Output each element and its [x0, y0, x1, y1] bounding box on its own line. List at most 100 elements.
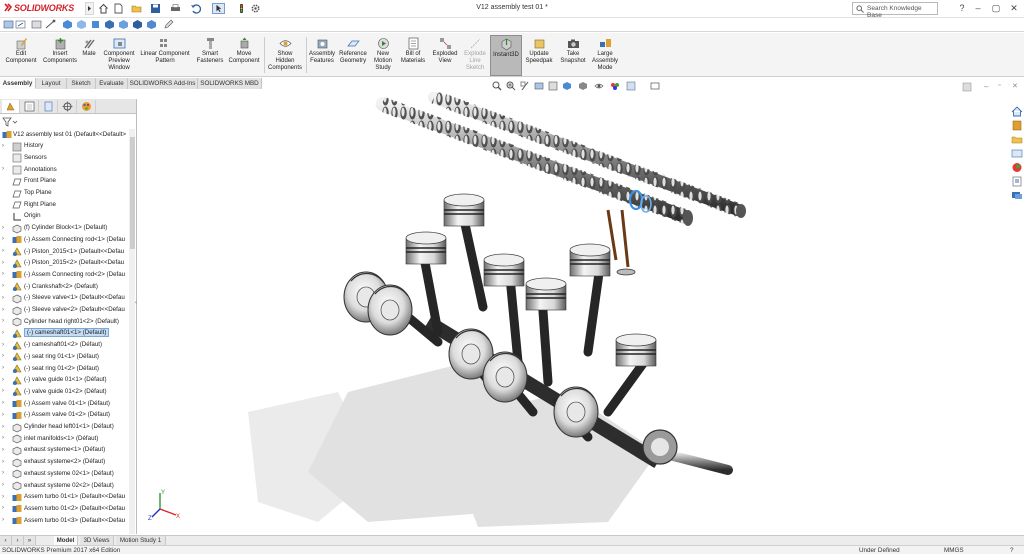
- expand-arrow-icon[interactable]: ›: [2, 353, 7, 360]
- tree-item[interactable]: › inlet manifolds<1> (Défaut): [0, 433, 128, 445]
- pencil-icon[interactable]: [163, 19, 174, 30]
- dimension-icon[interactable]: [45, 19, 56, 30]
- exploded-view-button[interactable]: Exploded View: [430, 35, 460, 76]
- scrollbar-thumb[interactable]: [129, 137, 135, 249]
- tree-item[interactable]: › Annotations: [0, 164, 128, 176]
- tree-item[interactable]: Origin: [0, 211, 128, 223]
- expand-arrow-icon[interactable]: ›: [2, 494, 7, 501]
- tree-item[interactable]: › Cylinder head right01<2> (Default): [0, 316, 128, 328]
- expand-arrow-icon[interactable]: ›: [2, 236, 7, 243]
- design-library-icon[interactable]: [1011, 120, 1023, 131]
- tree-item[interactable]: › (-) Sleeve valve<1> (Default<<Defau: [0, 293, 128, 305]
- expand-arrow-icon[interactable]: ›: [2, 517, 7, 524]
- cube-bottom-icon[interactable]: [146, 19, 157, 30]
- appearances-icon[interactable]: [1011, 162, 1023, 173]
- instant3d-button[interactable]: Instant3D: [490, 35, 522, 76]
- tree-item[interactable]: › (-) cameshaft01<2> (Défaut): [0, 340, 128, 352]
- cube-outline-icon[interactable]: [76, 19, 87, 30]
- previous-view-icon[interactable]: [520, 81, 530, 91]
- expand-arrow-icon[interactable]: ›: [2, 377, 7, 384]
- custom-properties-icon[interactable]: [1011, 176, 1023, 187]
- tree-item[interactable]: › (-) valve guide 01<1> (Défaut): [0, 375, 128, 387]
- tree-item[interactable]: › History: [0, 141, 128, 153]
- expand-arrow-icon[interactable]: ›: [2, 482, 7, 489]
- tab-solidworks-add-ins[interactable]: SOLIDWORKS Add-Ins: [128, 78, 198, 89]
- close-button[interactable]: ✕: [1008, 2, 1020, 15]
- tree-item[interactable]: Top Plane: [0, 188, 128, 200]
- viewport-minimize-icon[interactable]: –: [984, 82, 988, 91]
- take-snapshot-button[interactable]: Take Snapshot: [557, 35, 589, 76]
- expand-arrow-icon[interactable]: ›: [2, 307, 7, 314]
- select-icon[interactable]: [212, 3, 225, 14]
- expand-arrow-icon[interactable]: ›: [2, 412, 7, 419]
- hide-show-items-icon[interactable]: [594, 81, 604, 91]
- solidworks-logo[interactable]: SOLIDWORKS: [4, 3, 74, 13]
- expand-arrow-icon[interactable]: ›: [2, 330, 7, 337]
- expand-arrow-icon[interactable]: ›: [2, 248, 7, 255]
- resources-icon[interactable]: [1011, 106, 1023, 117]
- zoom-area-icon[interactable]: [506, 81, 516, 91]
- camshaft-front[interactable]: [375, 96, 693, 226]
- tree-item[interactable]: › (-) Assem valve 01<1> (Défaut): [0, 398, 128, 410]
- file-explorer-icon[interactable]: [1011, 134, 1023, 145]
- expand-arrow-icon[interactable]: ›: [2, 505, 7, 512]
- tree-item[interactable]: › exhaust systeme<1> (Défaut): [0, 445, 128, 457]
- expand-arrow-icon[interactable]: ›: [2, 283, 7, 290]
- tree-item[interactable]: › (-) seat ring 01<2> (Défaut): [0, 363, 128, 375]
- home-icon[interactable]: [98, 3, 109, 14]
- maximize-button[interactable]: ▢: [990, 2, 1002, 15]
- tab-assembly[interactable]: Assembly: [0, 78, 36, 89]
- tree-item[interactable]: › Assem turbo 01<2> (Default<<Defau: [0, 503, 128, 515]
- edit-component-button[interactable]: Edit Component: [2, 35, 40, 76]
- tab-dimxpert-manager[interactable]: [59, 100, 77, 113]
- show-hidden-components-button[interactable]: Show Hidden Components: [266, 35, 304, 76]
- expand-arrow-icon[interactable]: ›: [2, 388, 7, 395]
- tab-display-manager[interactable]: [78, 100, 96, 113]
- expand-arrow-icon[interactable]: ›: [2, 470, 7, 477]
- print-icon[interactable]: [170, 3, 181, 14]
- search-knowledge-base[interactable]: Search Knowledge Base: [852, 2, 938, 19]
- tab-solidworks-mbd[interactable]: SOLIDWORKS MBD: [198, 78, 262, 89]
- display-style-icon[interactable]: [578, 81, 588, 91]
- piston-bank-upper[interactable]: [405, 193, 657, 367]
- tab-sketch[interactable]: Sketch: [67, 78, 96, 89]
- expand-arrow-icon[interactable]: ›: [2, 318, 7, 325]
- tree-item[interactable]: › Assem turbo 01<1> (Default<<Defau: [0, 492, 128, 504]
- smart-fasteners-button[interactable]: Smart Fasteners: [194, 35, 226, 76]
- tree-item[interactable]: › (f) Cylinder Block<1> (Default): [0, 223, 128, 235]
- linear-component-pattern-button[interactable]: Linear Component Pattern: [138, 35, 192, 76]
- expand-arrow-icon[interactable]: ›: [2, 143, 7, 150]
- help-icon[interactable]: ?: [1010, 547, 1014, 554]
- tree-item[interactable]: › (-) Sleeve valve<2> (Default<<Defau: [0, 305, 128, 317]
- minimize-button[interactable]: –: [972, 2, 984, 15]
- tree-item[interactable]: › (-) Crankshaft<2> (Default): [0, 281, 128, 293]
- viewport-close-icon[interactable]: ✕: [1012, 82, 1018, 90]
- cube-top-icon[interactable]: [132, 19, 143, 30]
- expand-arrow-icon[interactable]: ›: [2, 424, 7, 431]
- tree-item[interactable]: Right Plane: [0, 199, 128, 211]
- assembly-features-button[interactable]: Assembly Features: [307, 35, 337, 76]
- expand-arrow-icon[interactable]: ›: [2, 447, 7, 454]
- dynamic-annotation-icon[interactable]: [548, 81, 558, 91]
- mate-button[interactable]: Mate: [80, 35, 98, 76]
- tree-item[interactable]: › exhaust systeme 02<2> (Défaut): [0, 480, 128, 492]
- component-icon[interactable]: [31, 19, 42, 30]
- view-settings-icon[interactable]: [650, 81, 660, 91]
- insert-components-button[interactable]: Insert Components: [40, 35, 80, 76]
- unit-system[interactable]: MMGS: [944, 547, 964, 554]
- tree-item[interactable]: › (-) Piston_2015<2> (Default<<Defau: [0, 258, 128, 270]
- tab-feature-tree[interactable]: [2, 100, 20, 113]
- move-component-button[interactable]: Move Component: [226, 35, 262, 76]
- rebuild-icon[interactable]: [236, 3, 247, 14]
- tree-item[interactable]: › (-) seat ring 01<1> (Défaut): [0, 351, 128, 363]
- cube-front-icon[interactable]: [90, 19, 101, 30]
- expand-arrow-icon[interactable]: ›: [2, 400, 7, 407]
- help-button[interactable]: ?: [956, 2, 968, 15]
- apply-scene-icon[interactable]: [626, 81, 636, 91]
- expand-arrow-icon[interactable]: ›: [2, 459, 7, 466]
- new-file-icon[interactable]: [3, 19, 14, 30]
- expand-arrow-icon[interactable]: ›: [2, 260, 7, 267]
- zoom-to-fit-icon[interactable]: [492, 81, 502, 91]
- new-motion-study-button[interactable]: New Motion Study: [370, 35, 396, 76]
- update-speedpak-button[interactable]: Update Speedpak: [524, 35, 554, 76]
